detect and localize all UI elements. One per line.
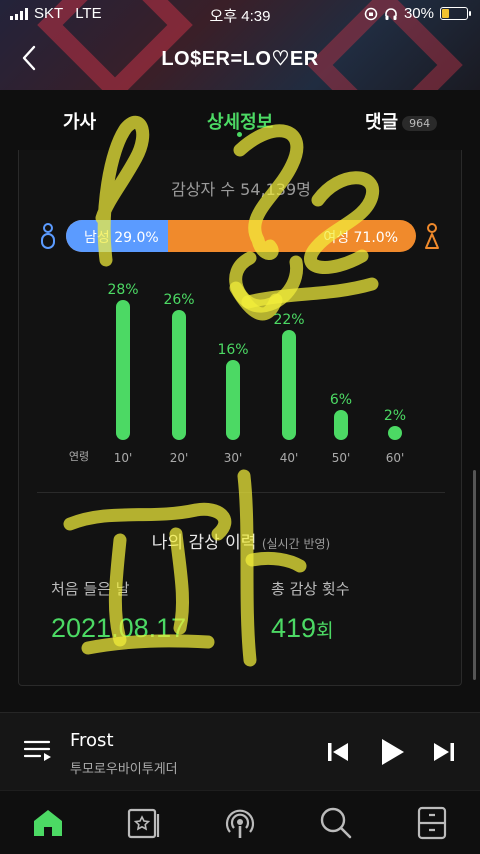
library-icon[interactable] [126, 805, 162, 841]
female-label: 여성 71.0% [323, 230, 398, 246]
first-listen-date: 2021.08.17 [51, 613, 187, 643]
total-plays-value: 419회 [271, 613, 334, 644]
play-button[interactable] [378, 737, 406, 767]
podcast-icon[interactable] [222, 805, 258, 841]
home-icon[interactable] [30, 805, 66, 841]
details-card: 감상자 수 54,139명 남성 29.0% 여성 71.0% 연령 28% 10'… [18, 150, 462, 686]
active-tab-indicator [237, 132, 242, 137]
drawer-icon[interactable] [414, 805, 450, 841]
play-count: 419 [271, 613, 317, 643]
listener-count: 감상자 수 54,139명 [171, 180, 311, 199]
comment-count-badge: 964 [402, 115, 438, 131]
bar-10s [116, 300, 130, 440]
x-tick-label: 20' [170, 451, 189, 465]
history-title: 나의 감상 이력 (실시간 반영) [19, 528, 463, 553]
status-bar: SKT LTE 오후 4:39 30% [0, 0, 480, 28]
bar-60s [388, 426, 402, 440]
orientation-lock-icon [364, 7, 378, 20]
tab-label: 댓글 [365, 112, 399, 133]
tab-label: 가사 [63, 112, 97, 133]
battery-percent: 30% [403, 5, 434, 22]
song-title: LO$ER=LO♡ER [161, 48, 319, 70]
search-icon[interactable] [318, 805, 354, 841]
tab-label: 상세정보 [207, 112, 274, 133]
bar-value-label: 16% [217, 342, 248, 358]
next-button[interactable] [432, 737, 456, 767]
bottom-nav [0, 790, 480, 854]
age-distribution-chart: 연령 28% 10' 26% 20' 16% 30' 22% 40' 6% 50' 2% 60' [69, 282, 406, 465]
first-listen-label: 처음 들은 날 [51, 580, 130, 598]
bar-value-label: 2% [384, 408, 406, 424]
header-area: SKT LTE 오후 4:39 30% LO$ER=LO♡ER [0, 0, 480, 90]
x-tick-label: 40' [280, 451, 299, 465]
now-playing-title: Frost [70, 730, 114, 751]
previous-button[interactable] [326, 737, 350, 767]
battery-icon [440, 7, 471, 20]
bar-value-label: 6% [330, 392, 352, 408]
history-heading: 나의 감상 이력 [151, 533, 257, 553]
x-tick-label: 60' [386, 451, 405, 465]
bar-value-label: 28% [107, 282, 138, 298]
x-tick-label: 10' [114, 451, 133, 465]
headphones-icon [385, 7, 397, 20]
history-subtitle: (실시간 반영) [261, 537, 331, 551]
male-label: 남성 29.0% [84, 230, 159, 246]
tab-comments[interactable]: 댓글 964 [365, 108, 438, 134]
tab-lyrics[interactable]: 가사 [63, 108, 96, 134]
bar-value-label: 26% [163, 292, 194, 308]
now-playing-artist: 투모로우바이투게더 [70, 762, 178, 777]
divider [37, 492, 445, 493]
total-plays-label: 총 감상 횟수 [271, 580, 350, 598]
play-count-unit: 회 [316, 621, 334, 642]
bar-40s [282, 330, 296, 440]
male-icon [41, 223, 55, 249]
tab-details[interactable]: 상세정보 [207, 108, 273, 134]
bar-20s [172, 310, 186, 440]
scrollbar[interactable] [473, 470, 476, 680]
gender-ratio-bar: 남성 29.0% 여성 71.0% [66, 220, 416, 252]
bar-50s [334, 410, 348, 440]
tab-bar: 가사 상세정보 댓글 964 [0, 90, 480, 150]
bar-30s [226, 360, 240, 440]
x-axis-label: 연령 [69, 450, 89, 463]
mini-player[interactable]: Frost 투모로우바이투게더 [0, 712, 480, 790]
female-icon [425, 223, 439, 249]
x-tick-label: 30' [224, 451, 243, 465]
bar-value-label: 22% [273, 312, 304, 328]
x-tick-label: 50' [332, 451, 351, 465]
playlist-icon[interactable] [24, 739, 52, 763]
